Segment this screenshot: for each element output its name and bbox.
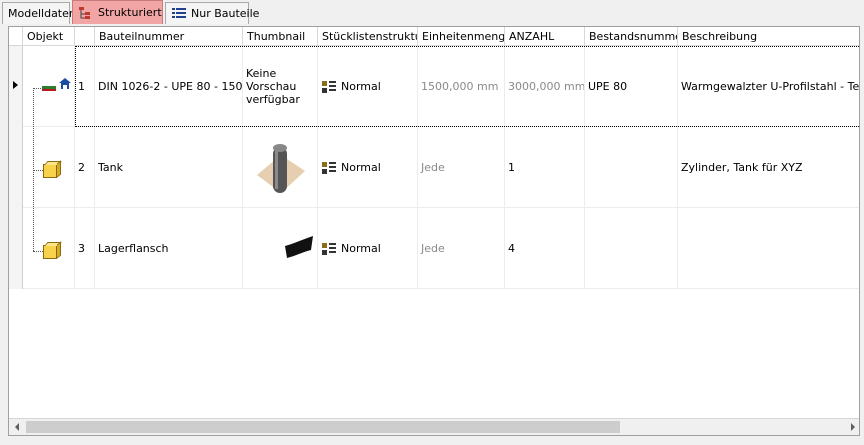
header-beschreibung[interactable]: Beschreibung [678, 27, 859, 46]
tab-nur-bauteile[interactable]: Nur Bauteile [165, 2, 259, 24]
cell-bestandsnummer [585, 127, 678, 208]
cell-einheitenmenge: 1500,000 mm [418, 46, 505, 127]
table-row[interactable]: 1 DIN 1026-2 - UPE 80 - 1500 Keine Vorsc… [9, 46, 860, 127]
part-cube-icon [43, 245, 57, 259]
cell-number: 1 [75, 46, 95, 127]
scrollbar-thumb[interactable] [26, 421, 620, 433]
header-corner [9, 27, 23, 46]
bom-structure-icon [321, 80, 337, 94]
cell-anzahl: 3000,000 mm [505, 46, 585, 127]
cell-objekt [23, 46, 75, 127]
row-selector[interactable] [9, 46, 23, 127]
bom-structure-label: Normal [341, 242, 381, 255]
bom-structure-icon [321, 242, 337, 256]
cell-thumbnail [243, 208, 318, 289]
structured-tree-icon [78, 6, 94, 20]
bom-grid: Objekt Bauteilnummer Thumbnail Stücklist… [8, 26, 860, 436]
table-row[interactable]: 2 Tank Normal Jede 1 Zylinder, Tank für … [9, 127, 859, 208]
cell-bestandsnummer: UPE 80 [585, 46, 678, 127]
frame-member-icon [42, 78, 71, 91]
cell-bestandsnummer [585, 208, 678, 289]
scroll-right-button[interactable] [844, 419, 859, 435]
bom-structure-label: Normal [341, 161, 381, 174]
bom-structure-icon [321, 161, 337, 175]
header-anzahl[interactable]: ANZAHL [505, 27, 585, 46]
row-selector[interactable] [9, 127, 23, 208]
scroll-left-button[interactable] [9, 419, 26, 435]
cell-beschreibung: Warmgewalzter U-Profilstahl - Teil 2: U-… [681, 80, 860, 93]
part-cube-icon [43, 164, 57, 178]
current-row-arrow-icon [13, 81, 18, 89]
parts-list-icon [171, 7, 187, 21]
tank-thumbnail-image [257, 144, 305, 193]
cell-stuecklistenstruktur: Normal [318, 208, 418, 289]
cell-stuecklistenstruktur: Normal [318, 127, 418, 208]
cell-anzahl: 1 [505, 127, 585, 208]
tab-label: Modelldaten [8, 7, 76, 20]
horizontal-scrollbar[interactable] [9, 418, 859, 435]
cell-beschreibung [678, 208, 859, 289]
tab-label: Strukturiert [98, 6, 162, 19]
cell-stuecklistenstruktur: Normal [318, 46, 418, 127]
cell-beschreibung: Zylinder, Tank für XYZ [681, 161, 803, 174]
header-objekt[interactable]: Objekt [23, 27, 75, 46]
tree-connector-line [33, 170, 43, 171]
tab-bar: Modelldaten Strukturiert Nur Bauteile [0, 0, 864, 26]
tab-label: Nur Bauteile [191, 7, 260, 20]
tab-strukturiert[interactable]: Strukturiert [72, 0, 163, 24]
header-number[interactable] [75, 27, 95, 46]
header-thumbnail[interactable]: Thumbnail [243, 27, 318, 46]
cell-objekt [23, 208, 75, 289]
cell-einheitenmenge: Jede [418, 127, 505, 208]
cell-thumbnail: Keine Vorschau verfügbar [243, 46, 318, 127]
grid-header: Objekt Bauteilnummer Thumbnail Stücklist… [9, 27, 859, 46]
flange-thumbnail-image [285, 236, 313, 258]
cell-einheitenmenge: Jede [418, 208, 505, 289]
header-einheitenmenge[interactable]: Einheitenmenge [418, 27, 505, 46]
cell-bauteilnummer: Tank [95, 127, 243, 208]
arrow-right-icon [851, 423, 855, 431]
cell-objekt [23, 127, 75, 208]
header-bestandsnummer[interactable]: Bestandsnummer [585, 27, 678, 46]
cell-number: 3 [75, 208, 95, 289]
cell-bauteilnummer: DIN 1026-2 - UPE 80 - 1500 [95, 46, 243, 127]
header-bauteilnummer[interactable]: Bauteilnummer [95, 27, 243, 46]
bom-structure-label: Normal [341, 80, 381, 93]
row-selector[interactable] [9, 208, 23, 289]
cell-number: 2 [75, 127, 95, 208]
cell-anzahl: 4 [505, 208, 585, 289]
arrow-left-icon [15, 423, 19, 431]
cell-thumbnail [243, 127, 318, 208]
tree-connector-line [33, 88, 45, 89]
cell-bauteilnummer: Lagerflansch [95, 208, 243, 289]
header-stuecklistenstruktur[interactable]: Stücklistenstruktur [318, 27, 418, 46]
tab-modelldaten[interactable]: Modelldaten [2, 2, 76, 24]
table-row[interactable]: 3 Lagerflansch Normal Jede 4 [9, 208, 859, 289]
tree-connector-line [33, 251, 43, 252]
